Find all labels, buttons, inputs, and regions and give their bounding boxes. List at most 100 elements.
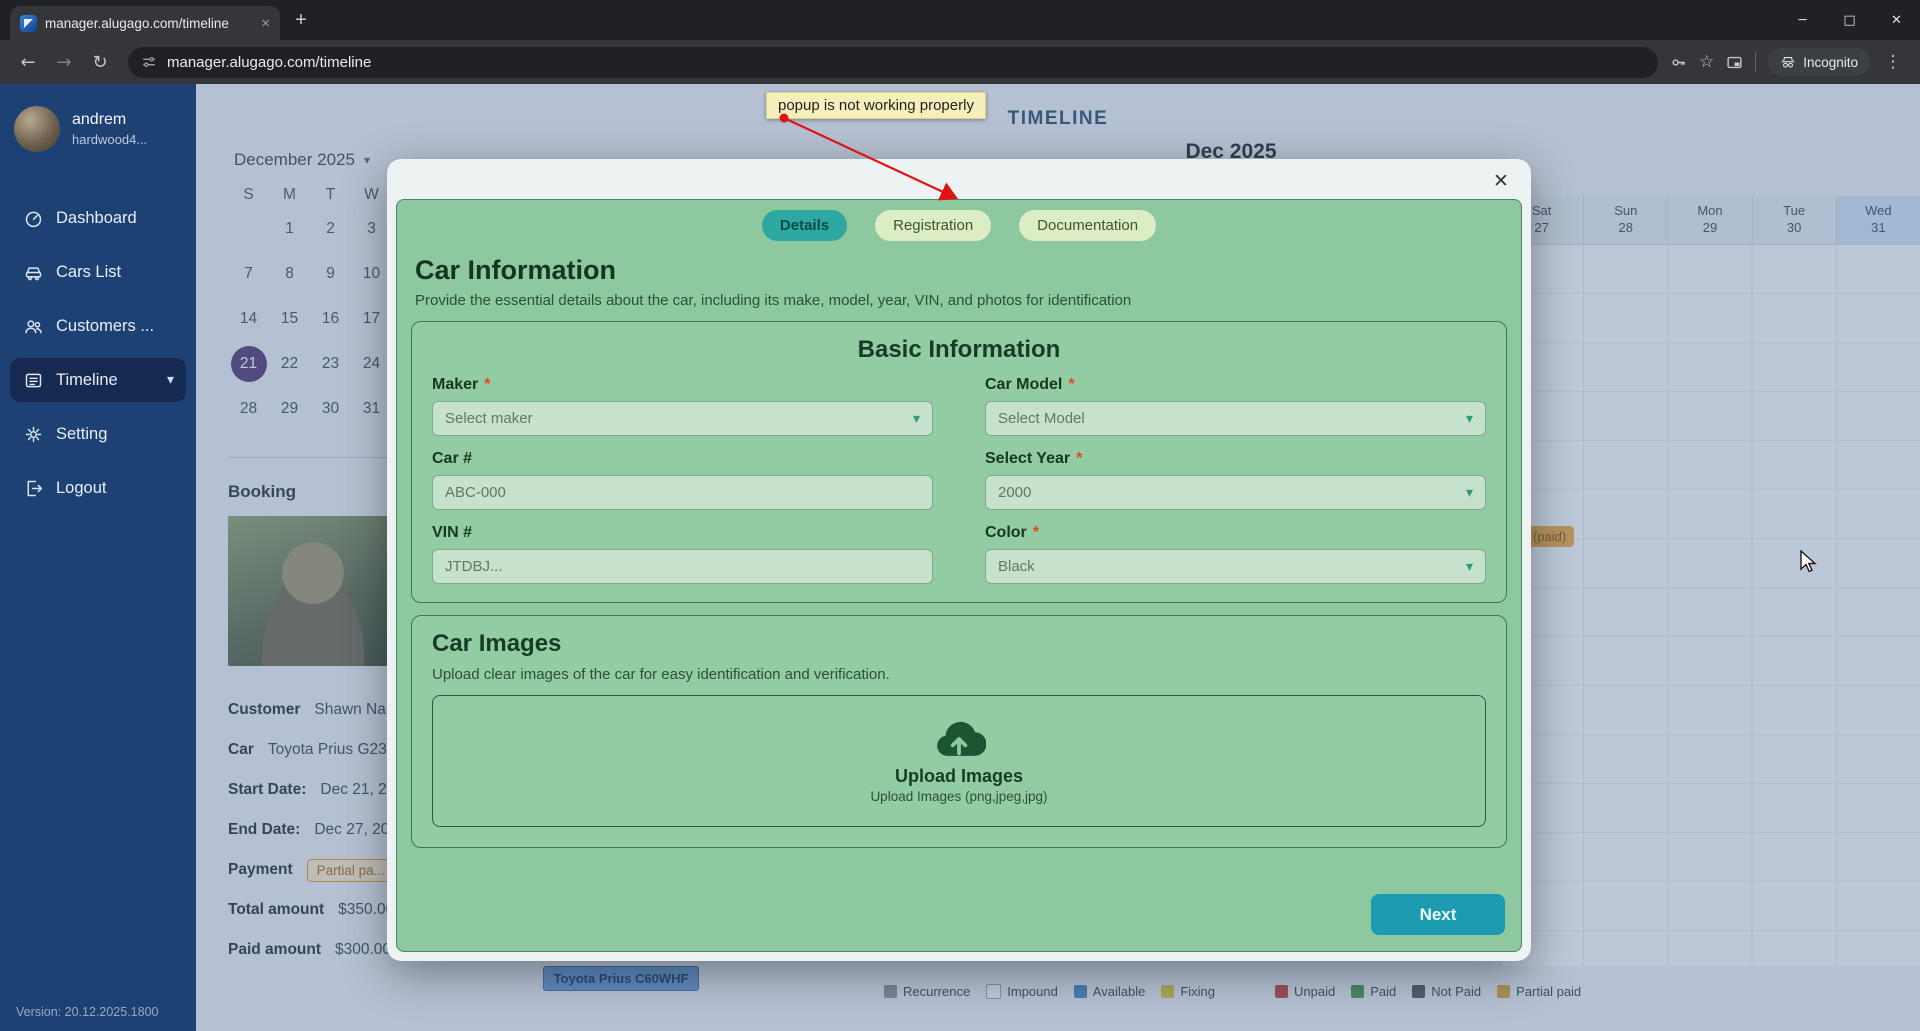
passwords-key-icon[interactable] [1670, 54, 1687, 71]
calendar-day[interactable]: 7 [228, 254, 269, 294]
field-label: Color* [985, 524, 1486, 542]
form-field-select-year: Select Year* 2000▾ [985, 450, 1486, 510]
calendar-day[interactable]: 28 [228, 389, 269, 429]
minimize-button[interactable]: ─ [1779, 0, 1826, 40]
chevron-down-icon: ▾ [1466, 485, 1473, 501]
car-form-modal: ✕ Details Registration Documentation Car I… [387, 159, 1531, 961]
version-label: Version: 20.12.2025.1800 [16, 1005, 158, 1019]
sidebar-item-cars-list[interactable]: Cars List [10, 250, 186, 294]
tab-documentation[interactable]: Documentation [1019, 210, 1156, 241]
calendar-day[interactable]: 10 [351, 254, 392, 294]
close-icon[interactable]: ✕ [1487, 167, 1515, 195]
calendar-day[interactable]: 29 [269, 389, 310, 429]
sidebar-item-label: Customers ... [56, 317, 154, 336]
legend-item-partial-paid: Partial paid [1497, 984, 1581, 999]
color-select[interactable]: Black▾ [985, 549, 1486, 584]
form-field-car-model: Car Model* Select Model▾ [985, 376, 1486, 436]
calendar-day[interactable]: 30 [310, 389, 351, 429]
legend-label: Impound [1007, 984, 1058, 999]
browser-menu-icon[interactable]: ⋮ [1882, 52, 1904, 72]
legend-swatch [1275, 985, 1288, 998]
url-text[interactable]: manager.alugago.com/timeline [167, 54, 1645, 71]
toolbar-divider [1755, 52, 1756, 72]
basic-fields: Maker*Select maker▾Car Model*Select Mode… [432, 376, 1486, 584]
tab-details[interactable]: Details [762, 210, 847, 241]
modal-subtitle: Provide the essential details about the … [415, 292, 1521, 309]
back-icon[interactable]: ← [12, 46, 44, 78]
calendar-day[interactable]: 9 [310, 254, 351, 294]
calendar-day[interactable]: 23 [310, 344, 351, 384]
bookmark-star-icon[interactable]: ☆ [1699, 52, 1714, 72]
day-header-wed: Wed31 [1837, 196, 1920, 244]
logout-icon [22, 477, 44, 499]
upload-images-dropzone[interactable]: Upload Images Upload Images (png,jpeg,jp… [432, 695, 1486, 827]
maker-select[interactable]: Select maker▾ [432, 401, 933, 436]
url-bar[interactable]: manager.alugago.com/timeline [128, 47, 1658, 78]
toolbar-actions: ☆ Incognito ⋮ [1670, 48, 1904, 76]
required-asterisk: * [1068, 376, 1074, 394]
booking-label: Customer [228, 701, 300, 719]
new-tab-button[interactable]: + [286, 5, 316, 35]
required-asterisk: * [1033, 524, 1039, 542]
calendar-day[interactable]: 17 [351, 299, 392, 339]
sidebar-item-customers[interactable]: Customers ... [10, 304, 186, 348]
field-label: Car Model* [985, 376, 1486, 394]
car-model-select[interactable]: Select Model▾ [985, 401, 1486, 436]
next-button[interactable]: Next [1371, 894, 1505, 935]
annotation-note: popup is not working properly [766, 92, 986, 119]
window-close-button[interactable]: ✕ [1873, 0, 1920, 40]
field-label: Select Year* [985, 450, 1486, 468]
car-input[interactable]: ABC-000 [432, 475, 933, 510]
tab-registration[interactable]: Registration [875, 210, 991, 241]
site-favicon [20, 15, 37, 32]
browser-tab[interactable]: manager.alugago.com/timeline × [10, 6, 280, 40]
calendar-day[interactable]: 24 [351, 344, 392, 384]
calendar-day[interactable]: 16 [310, 299, 351, 339]
legend-label: Fixing [1180, 984, 1215, 999]
calendar-day[interactable]: 14 [228, 299, 269, 339]
forward-icon[interactable]: → [48, 46, 80, 78]
browser-toolbar: ← → ↻ manager.alugago.com/timeline ☆ [0, 40, 1920, 84]
sidebar-item-setting[interactable]: Setting [10, 412, 186, 456]
selected-value: Select Model [998, 410, 1466, 427]
refresh-icon[interactable]: ↻ [84, 46, 116, 78]
booking-label: Car [228, 741, 254, 759]
basic-information-title: Basic Information [432, 336, 1486, 364]
payment-status-badge: Partial pa... [307, 859, 395, 882]
selected-value: Black [998, 558, 1466, 575]
browser-share-icon[interactable] [1726, 54, 1743, 71]
sidebar-item-label: Timeline [56, 371, 118, 390]
tune-icon[interactable] [141, 54, 157, 70]
maximize-button[interactable]: □ [1826, 0, 1873, 40]
required-asterisk: * [1076, 450, 1082, 468]
selected-value: 2000 [998, 484, 1466, 501]
event-bar[interactable]: Toyota Prius C60WHF [543, 966, 699, 991]
upload-hint: Upload Images (png,jpeg,jpg) [870, 789, 1047, 804]
browser-chrome: manager.alugago.com/timeline × + ─ □ ✕ ←… [0, 0, 1920, 84]
calendar-day[interactable]: 15 [269, 299, 310, 339]
calendar-day[interactable]: 31 [351, 389, 392, 429]
calendar-day[interactable]: 3 [351, 209, 392, 249]
calendar-day[interactable]: 2 [310, 209, 351, 249]
calendar-day[interactable]: 21 [231, 346, 267, 382]
tab-close-icon[interactable]: × [261, 15, 270, 32]
paid-badge[interactable]: (paid) [1525, 526, 1574, 547]
weekday-label: S [228, 186, 269, 204]
sidebar-item-logout[interactable]: Logout [10, 466, 186, 510]
calendar-day[interactable]: 22 [269, 344, 310, 384]
select-year-select[interactable]: 2000▾ [985, 475, 1486, 510]
car-images-panel: Car Images Upload clear images of the ca… [411, 615, 1507, 848]
legend-item-impound: Impound [986, 984, 1058, 999]
sidebar-item-dashboard[interactable]: Dashboard [10, 196, 186, 240]
sidebar-item-timeline[interactable]: Timeline▾ [10, 358, 186, 402]
window-controls: ─ □ ✕ [1779, 0, 1920, 40]
user-handle: hardwood4... [72, 132, 147, 147]
legend-swatch [1412, 985, 1425, 998]
sidebar-item-label: Setting [56, 425, 107, 444]
vin-input[interactable]: JTDBJ... [432, 549, 933, 584]
calendar-day[interactable]: 8 [269, 254, 310, 294]
chevron-down-icon: ▾ [913, 411, 920, 427]
booking-photo [228, 516, 398, 666]
calendar-day[interactable]: 1 [269, 209, 310, 249]
booking-label: Payment [228, 861, 293, 879]
